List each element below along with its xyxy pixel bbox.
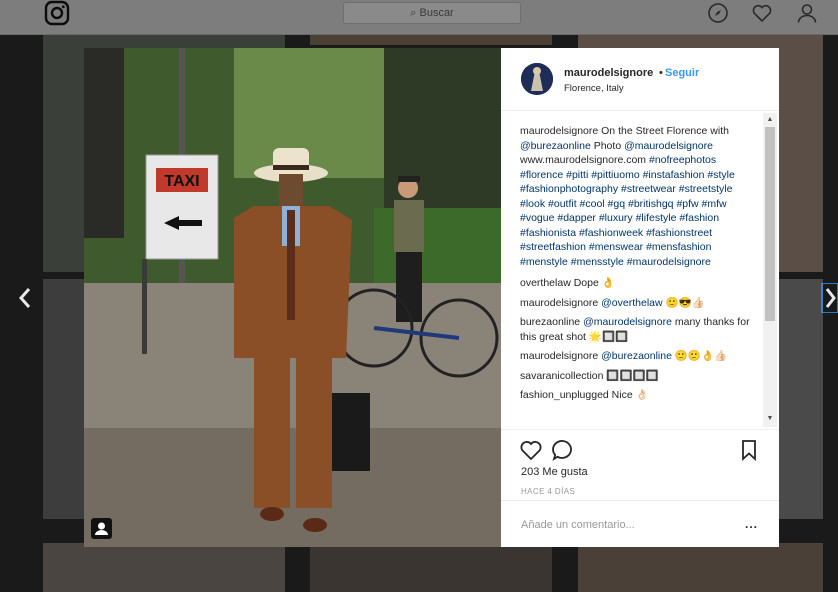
comment-username[interactable]: overthelaw [520, 277, 571, 289]
comment-username[interactable]: savaranicollection [520, 370, 603, 382]
comment-username[interactable]: maurodelsignore [520, 297, 598, 309]
street-photo: TAXI [84, 48, 501, 547]
caption-text-a: On the Street Florence with [601, 125, 729, 137]
post-actions: 203 Me gusta HACE 4 DÍAS Añade un coment… [501, 429, 779, 550]
list-item: savaranicollection 🔲🔲🔲🔲 [520, 369, 750, 384]
grid-tile [310, 35, 552, 45]
compass-icon[interactable] [707, 2, 729, 24]
top-nav-bar: ⌕ Buscar [0, 0, 838, 35]
comment-username[interactable]: burezaonline [520, 316, 580, 328]
post-side-panel: maurodelsignore • Seguir Florence, Italy… [501, 48, 779, 547]
post-modal: TAXI maurodelsignore • Seguir Florence, … [84, 48, 779, 547]
comment-text: 🙂🙂👌👍🏻 [674, 350, 728, 362]
more-options-button[interactable]: ... [745, 517, 758, 531]
scroll-down-icon[interactable]: ▼ [766, 415, 774, 423]
search-placeholder: Buscar [419, 7, 454, 20]
comment-username[interactable]: fashion_unplugged [520, 389, 609, 401]
comment-bubble-icon[interactable] [551, 438, 575, 462]
comment-text: Nice 👌🏻 [611, 389, 649, 401]
add-comment-bar: Añade un comentario... ... [501, 500, 779, 549]
caption-hashtags[interactable]: #nofreephotos #florence #pitti #pittiuom… [520, 154, 735, 268]
list-item: overthelaw Dope 👌 [520, 276, 750, 291]
heart-icon[interactable] [751, 2, 773, 24]
caption: maurodelsignore On the Street Florence w… [520, 124, 750, 269]
list-item: fashion_unplugged Nice 👌🏻 [520, 388, 750, 403]
search-icon: ⌕ [410, 7, 417, 20]
list-item: burezaonline @maurodelsignore many thank… [520, 315, 750, 344]
caption-site: www.maurodelsignore.com [520, 154, 647, 166]
instagram-icon[interactable] [44, 0, 70, 26]
avatar[interactable] [521, 63, 553, 95]
taxi-sign-text: TAXI [164, 173, 199, 190]
post-photo: TAXI [84, 48, 501, 547]
user-tag-icon[interactable] [91, 518, 112, 539]
comment-mention[interactable]: @maurodelsignore [583, 316, 672, 328]
comment-text: 🙂😎👍🏻 [665, 296, 705, 309]
scroll-thumb[interactable] [765, 127, 775, 321]
comment-username[interactable]: maurodelsignore [520, 350, 598, 362]
profile-icon[interactable] [796, 2, 818, 24]
grid-tile [578, 543, 823, 592]
post-username[interactable]: maurodelsignore [564, 67, 653, 79]
previous-arrow-icon[interactable] [15, 283, 35, 313]
bookmark-icon[interactable] [737, 438, 761, 462]
separator-dot: • [659, 67, 663, 79]
follow-button[interactable]: Seguir [665, 67, 699, 79]
caption-mention-b[interactable]: @maurodelsignore [624, 140, 713, 152]
post-location[interactable]: Florence, Italy [564, 83, 624, 94]
likes-count[interactable]: 203 Me gusta [521, 466, 588, 478]
grid-tile [43, 543, 285, 592]
caption-mention-a[interactable]: @burezaonline [520, 140, 591, 152]
scroll-up-icon[interactable]: ▲ [766, 116, 774, 124]
caption-username[interactable]: maurodelsignore [520, 125, 598, 137]
like-heart-icon[interactable] [519, 438, 543, 462]
comment-text: Dope 👌 [573, 277, 615, 289]
post-timestamp: HACE 4 DÍAS [521, 487, 576, 496]
comment-text: 🔲🔲🔲🔲 [606, 369, 659, 382]
next-arrow-icon[interactable] [821, 283, 838, 313]
comments-list: maurodelsignore On the Street Florence w… [520, 124, 750, 427]
comment-mention[interactable]: @overthelaw [601, 297, 662, 309]
comment-mention[interactable]: @burezaonline [601, 350, 672, 362]
search-input[interactable]: ⌕ Buscar [343, 2, 521, 24]
caption-text-b: Photo [593, 139, 622, 152]
list-item: maurodelsignore @burezaonline 🙂🙂👌👍🏻 [520, 349, 750, 364]
list-item: maurodelsignore @overthelaw 🙂😎👍🏻 [520, 296, 750, 311]
comments-scrollbar[interactable]: ▲ ▼ [763, 113, 777, 427]
grid-tile [310, 543, 552, 592]
add-comment-input[interactable]: Añade un comentario... [521, 519, 635, 531]
post-header: maurodelsignore • Seguir Florence, Italy [501, 48, 779, 111]
